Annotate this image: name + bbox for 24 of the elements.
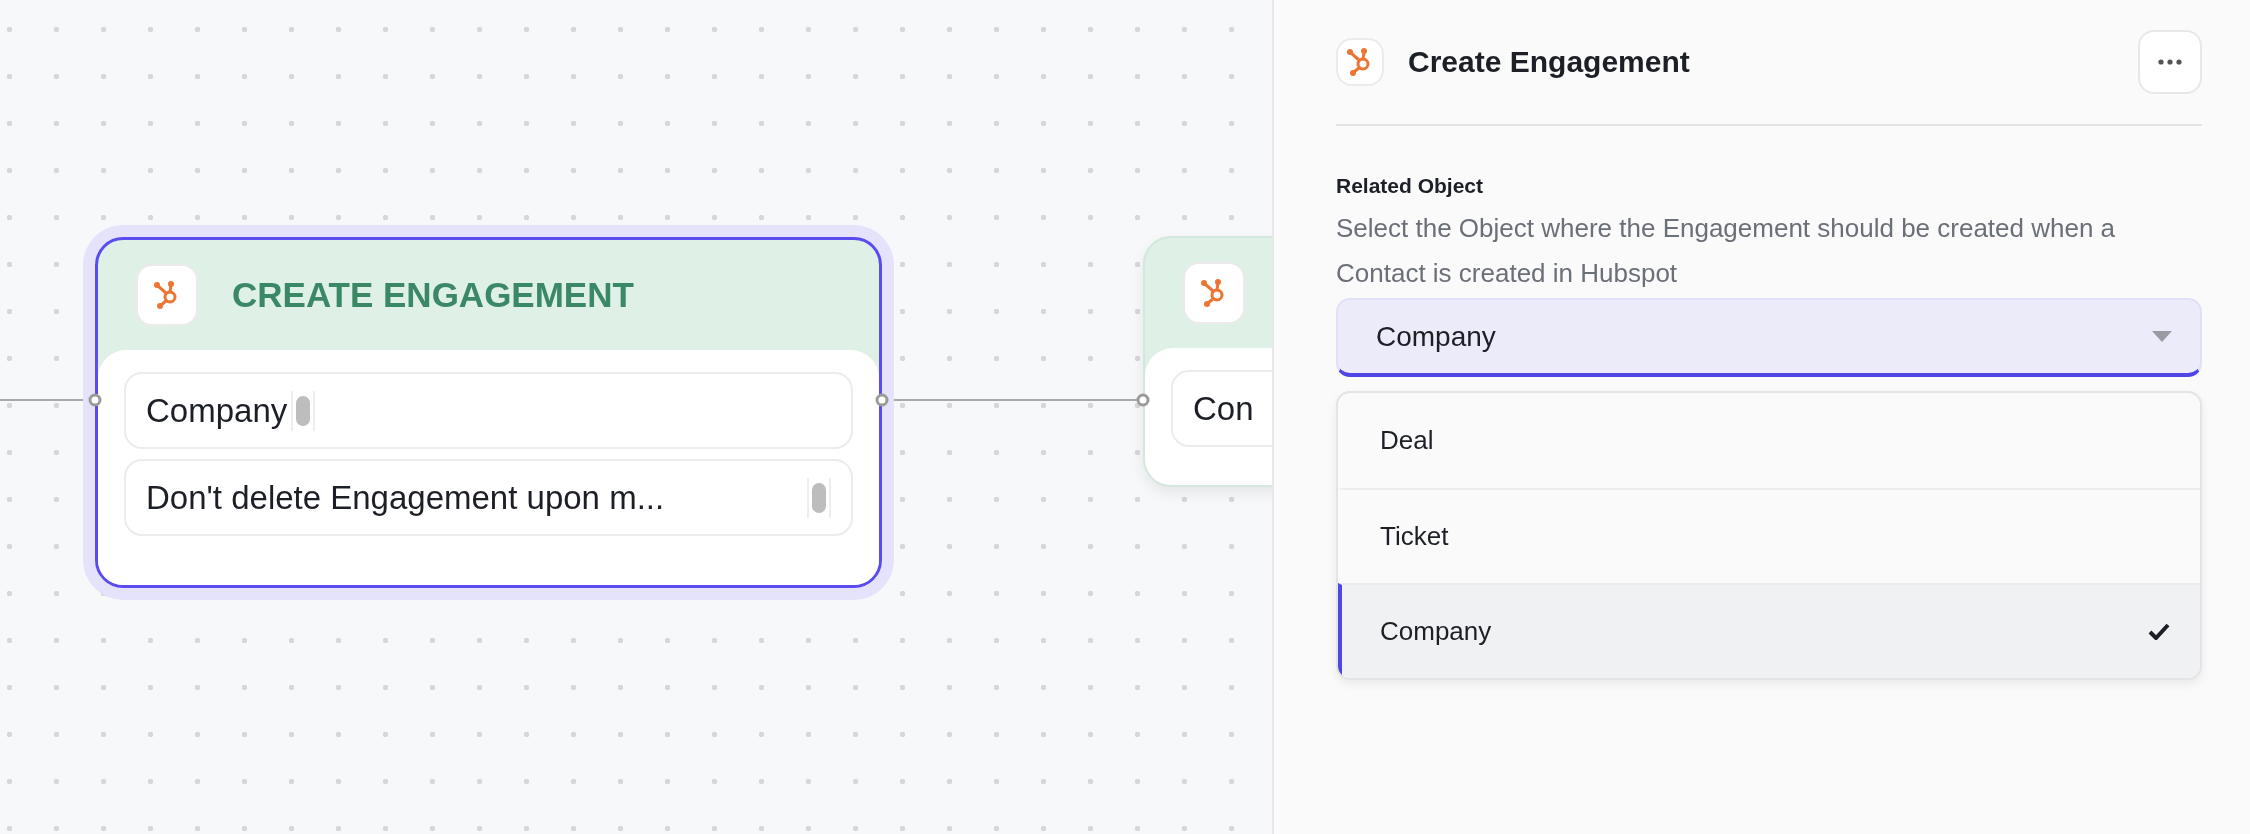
sprocket-icon bbox=[1183, 262, 1245, 324]
node-card[interactable]: Con bbox=[1143, 236, 1272, 487]
field-description: Select the Object where the Engagement should be created when a Contact is created in Hubspot bbox=[1336, 212, 2117, 290]
caret-icon bbox=[2152, 331, 2172, 342]
panel-title: Create Engagement bbox=[1408, 45, 1691, 79]
more-icon bbox=[2158, 59, 2182, 65]
pill-icon bbox=[807, 477, 831, 518]
dropdown-option[interactable]: Company bbox=[1338, 583, 2200, 678]
field-text: Don't delete Engagement upon m... bbox=[146, 478, 665, 517]
select-field[interactable]: Company bbox=[1336, 298, 2202, 377]
port-handle[interactable] bbox=[1136, 393, 1150, 407]
field-label: Related Object bbox=[1336, 174, 1485, 198]
port-handle[interactable] bbox=[875, 393, 889, 407]
pill-icon bbox=[291, 390, 316, 431]
port-handle[interactable] bbox=[88, 393, 102, 407]
dropdown-option[interactable]: Deal bbox=[1338, 393, 2200, 488]
field-text: Company bbox=[146, 391, 288, 430]
node-title: CREATE ENGAGEMENT bbox=[232, 275, 634, 315]
check-icon bbox=[2148, 623, 2170, 640]
field-text: Con bbox=[1193, 389, 1254, 428]
node-field[interactable]: Company bbox=[124, 372, 853, 449]
sprocket-icon bbox=[1336, 38, 1384, 86]
node-field[interactable]: Don't delete Engagement upon m... bbox=[124, 459, 853, 536]
sprocket-icon bbox=[136, 264, 198, 326]
